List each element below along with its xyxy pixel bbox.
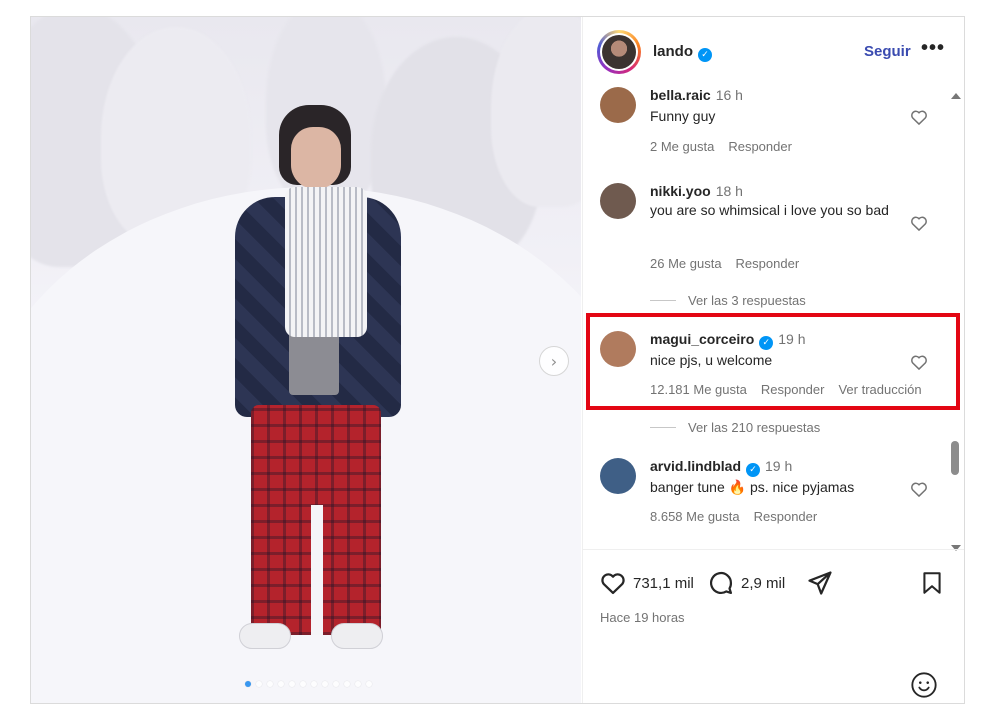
reply-button[interactable]: Responder [754,509,818,524]
snowy-tree [491,17,581,207]
reply-button[interactable]: Responder [736,256,800,271]
person-face [291,127,341,189]
save-button[interactable] [919,569,951,597]
person-shoe [331,623,383,649]
view-replies-text: Ver las 3 respuestas [688,293,806,308]
comment-likes[interactable]: 2 Me gusta [650,139,714,154]
like-heart-icon[interactable] [909,479,929,499]
commenter-avatar[interactable] [600,458,636,494]
next-image-button[interactable]: › [539,346,569,376]
comment-likes[interactable]: 26 Me gusta [650,256,722,271]
replies-line [650,300,676,301]
bookmark-icon [923,572,941,594]
commenter-avatar[interactable] [600,183,636,219]
post-actions: 731,1 mil 2,9 mil Hace 19 horas [583,549,964,703]
comment-time: 16 h [715,87,743,103]
scrollbar-thumb[interactable] [951,441,959,475]
carousel-dot[interactable] [311,681,317,687]
username-text: nikki.yoo [650,183,711,199]
more-options-icon[interactable]: ••• [921,37,945,60]
view-replies-text: Ver las 210 respuestas [688,420,821,435]
author-username[interactable]: lando ✓ [653,43,712,62]
avatar-picture [602,35,636,69]
comment-meta: 2 Me gusta Responder [650,139,806,154]
comment-meta: 8.658 Me gusta Responder [650,509,831,524]
chevron-right-icon: › [550,351,558,371]
carousel-dot[interactable] [344,681,350,687]
like-heart-icon[interactable] [909,213,929,233]
carousel-dot[interactable] [322,681,328,687]
carousel-dot[interactable] [300,681,306,687]
comment-text: banger tune 🔥 ps. nice pyjamas [650,479,855,495]
share-button[interactable] [806,569,840,597]
photo-person [219,105,419,665]
verified-badge-icon: ✓ [746,463,761,477]
commenter-username[interactable]: bella.raic 16 h [650,87,743,103]
comment-time: 19 h [765,458,793,474]
comments-scrollbar[interactable] [949,89,963,551]
comment-text: you are so whimsical i love you so bad [650,202,889,218]
username-text: bella.raic [650,87,711,103]
username-text: arvid.lindblad [650,458,742,474]
view-replies-button[interactable]: Ver las 3 respuestas [650,293,806,308]
view-replies-button[interactable]: Ver las 210 respuestas [650,420,820,435]
carousel-dot[interactable] [289,681,295,687]
comments-list[interactable]: bella.raic 16 h Funny guy 2 Me gusta Respo… [583,87,964,549]
comment-bubble-icon [709,571,733,595]
person-scarf [285,187,367,337]
carousel-dot[interactable] [278,681,284,687]
author-name-text: lando [653,43,693,60]
comments-panel: lando ✓ Seguir ••• bella.raic 16 h Funny g… [582,17,964,703]
carousel-dot[interactable] [333,681,339,687]
post-photo[interactable]: › [31,17,581,703]
carousel-dot[interactable] [256,681,262,687]
comment-time: 18 h [715,183,743,199]
comment-meta: 26 Me gusta Responder [650,256,813,271]
post-timestamp: Hace 19 horas [600,610,685,625]
likes-count: 731,1 mil [633,574,694,592]
carousel-dot[interactable] [245,681,251,687]
heart-icon [601,573,625,595]
carousel-dot[interactable] [355,681,361,687]
carousel-dots [245,681,372,687]
share-plane-icon [808,571,832,595]
scroll-up-arrow-icon[interactable] [951,93,961,99]
like-button[interactable]: 731,1 mil [599,569,694,597]
emoji-smiley-icon[interactable] [910,671,938,699]
verified-badge-icon: ✓ [698,48,712,62]
carousel-dot[interactable] [267,681,273,687]
reply-button[interactable]: Responder [728,139,792,154]
replies-line [650,427,676,428]
post-header: lando ✓ Seguir ••• [583,17,964,87]
person-shoe [239,623,291,649]
comment-text: Funny guy [650,108,716,124]
carousel-dot[interactable] [366,681,372,687]
like-heart-icon[interactable] [909,107,929,127]
highlight-box [586,313,960,410]
person-leg-gap [311,505,323,635]
commenter-username[interactable]: arvid.lindblad ✓ 19 h [650,458,792,477]
comment-button[interactable]: 2,9 mil [707,569,785,597]
follow-button[interactable]: Seguir [864,43,911,60]
comment-likes[interactable]: 8.658 Me gusta [650,509,740,524]
author-avatar[interactable] [597,30,641,74]
post-dialog: › lando ✓ Seguir ••• bella.raic 16 h Funny… [30,16,965,704]
comments-count: 2,9 mil [741,574,786,592]
commenter-username[interactable]: nikki.yoo 18 h [650,183,743,199]
commenter-avatar[interactable] [600,87,636,123]
